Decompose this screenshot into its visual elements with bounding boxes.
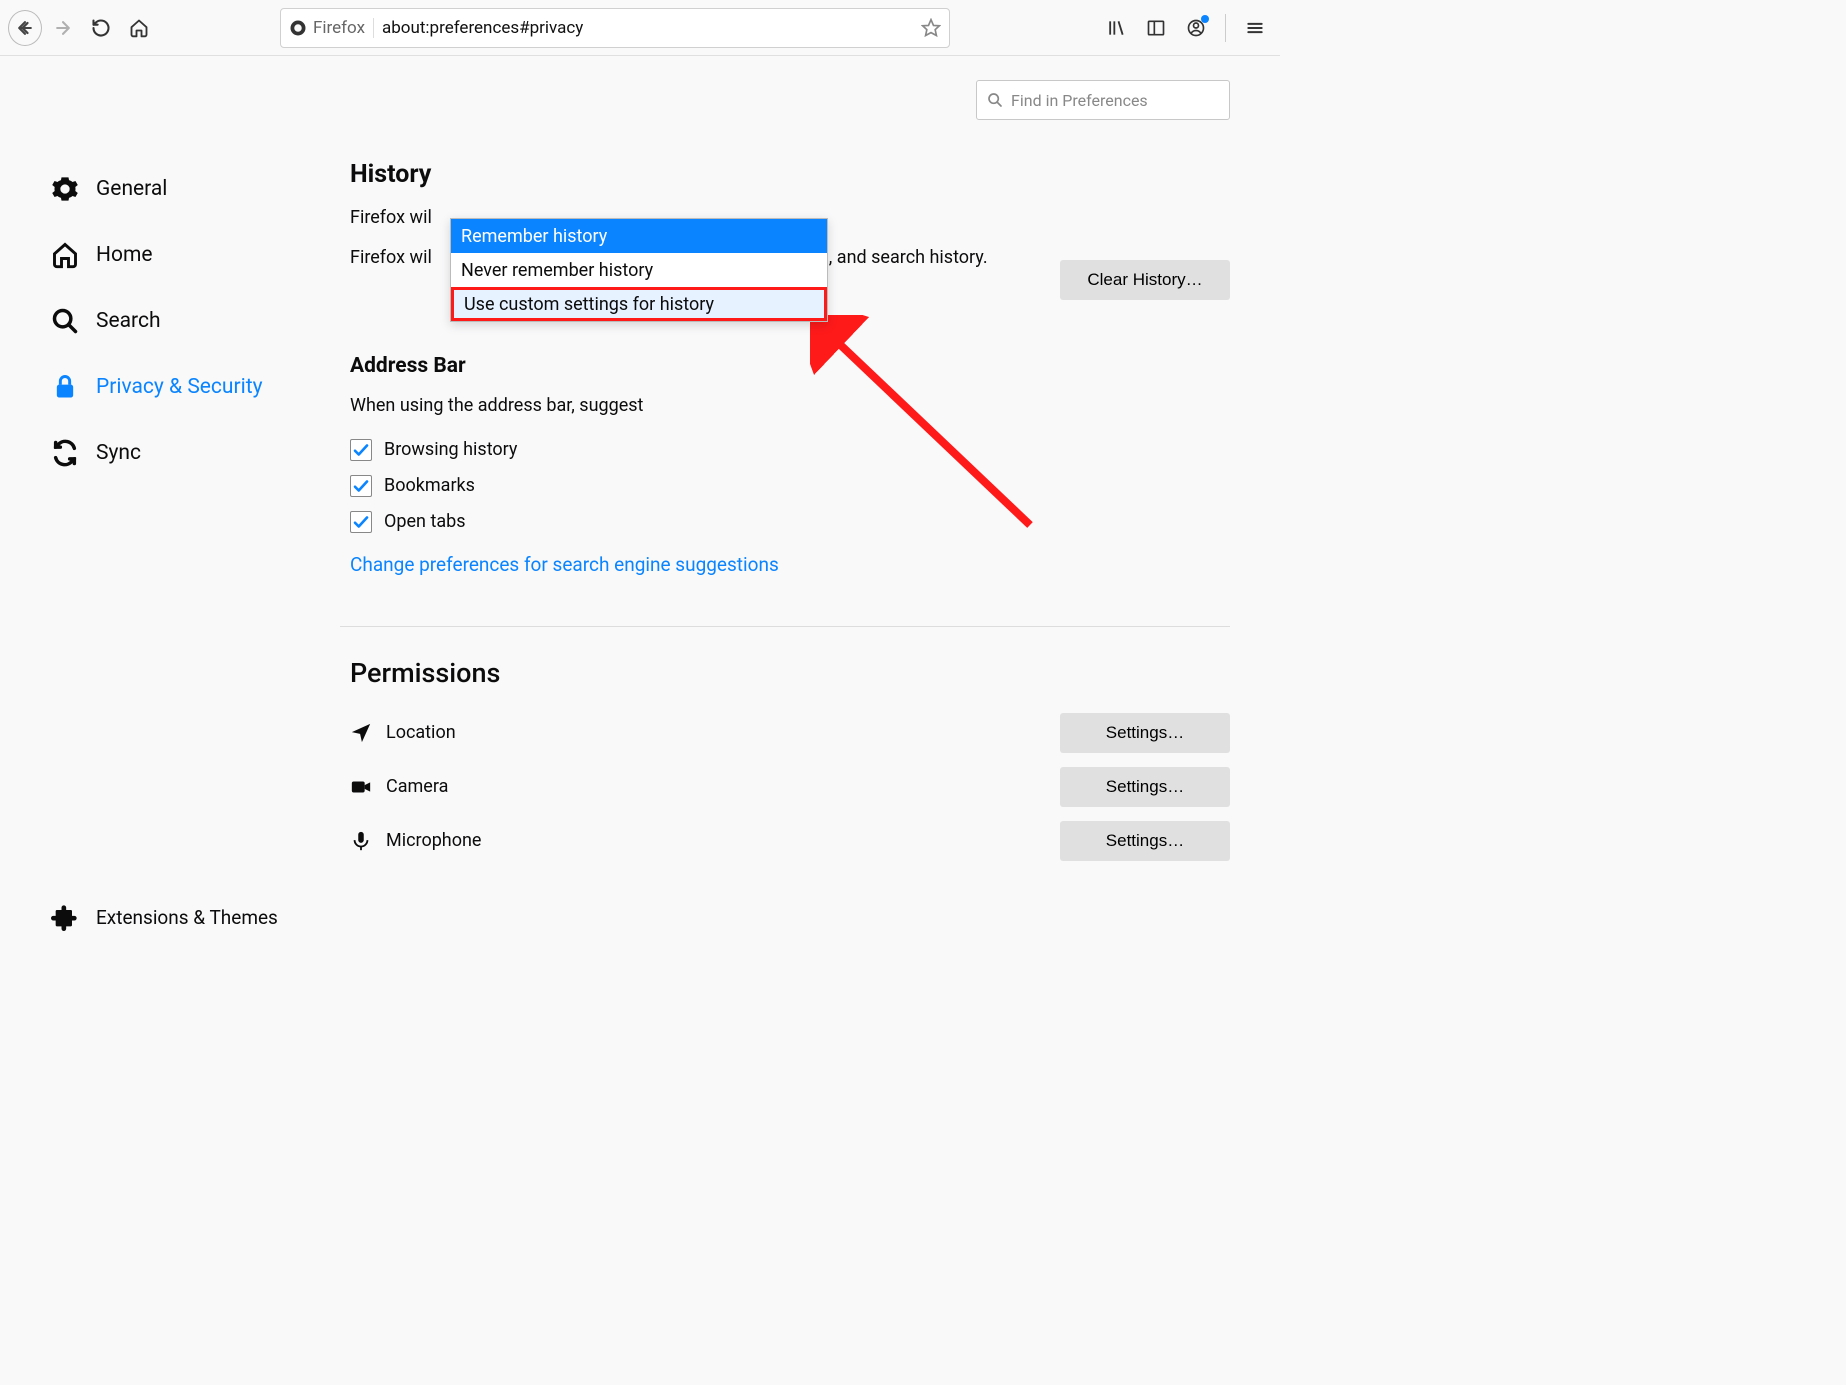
sidebar-item-search[interactable]: Search (50, 288, 340, 354)
library-icon (1106, 18, 1126, 38)
firefox-icon (289, 19, 307, 37)
camera-settings-button[interactable]: Settings… (1060, 767, 1230, 807)
sidebar-item-label: Home (96, 243, 153, 267)
check-icon (352, 477, 370, 495)
sidebar-item-label: Privacy & Security (96, 375, 263, 399)
sidebar-item-home[interactable]: Home (50, 222, 340, 288)
permissions-section: Permissions Location Settings… Camera Se… (350, 657, 1230, 861)
history-desc-suffix: rm, and search history. (807, 247, 988, 268)
search-input[interactable]: Find in Preferences (976, 80, 1230, 120)
addressbar-heading: Address Bar (350, 354, 1230, 378)
clear-history-button[interactable]: Clear History… (1060, 260, 1230, 300)
history-desc-prefix: Firefox wil (350, 247, 432, 268)
permission-row-location: Location Settings… (350, 713, 1230, 753)
checkbox-bookmarks[interactable]: Bookmarks (350, 475, 1230, 497)
toolbar-separator (1225, 14, 1226, 42)
check-icon (352, 513, 370, 531)
history-heading: History (350, 160, 1230, 189)
identity-box[interactable]: Firefox (289, 18, 374, 38)
sidebar-item-privacy[interactable]: Privacy & Security (50, 354, 340, 420)
url-bar[interactable]: Firefox about:preferences#privacy (280, 8, 950, 48)
notification-dot-icon (1201, 15, 1209, 23)
sidebar-item-sync[interactable]: Sync (50, 420, 340, 486)
home-icon (129, 18, 149, 38)
history-sentence-prefix: Firefox wil (350, 207, 432, 228)
back-button[interactable] (8, 11, 42, 45)
check-icon (352, 441, 370, 459)
checkbox-browsing-history[interactable]: Browsing history (350, 439, 1230, 461)
dropdown-option-remember[interactable]: Remember history (451, 219, 827, 253)
sync-icon (50, 438, 80, 468)
home-icon (50, 240, 80, 270)
preferences-sidebar: General Home Search Privacy & Security S… (0, 56, 340, 960)
location-icon (350, 722, 372, 744)
sidebar-item-label: Extensions & Themes (96, 906, 278, 929)
reload-icon (91, 18, 111, 38)
addressbar-section: Address Bar When using the address bar, … (350, 354, 1230, 575)
dropdown-option-never[interactable]: Never remember history (451, 253, 827, 287)
gear-icon (50, 174, 80, 204)
arrow-left-icon (15, 18, 35, 38)
camera-icon (350, 776, 372, 798)
history-section: History Firefox wil Firefox wil xxxxxxxx… (350, 160, 1230, 274)
lock-icon (50, 372, 80, 402)
section-divider (340, 626, 1230, 627)
sidebar-item-label: Search (96, 309, 161, 333)
sidebar-icon (1146, 18, 1166, 38)
search-icon (987, 92, 1003, 108)
permissions-heading: Permissions (350, 657, 1230, 689)
location-settings-button[interactable]: Settings… (1060, 713, 1230, 753)
reload-button[interactable] (84, 11, 118, 45)
forward-button (46, 11, 80, 45)
checkbox-open-tabs[interactable]: Open tabs (350, 511, 1230, 533)
addressbar-subtext: When using the address bar, suggest (350, 390, 1230, 422)
search-placeholder: Find in Preferences (1011, 91, 1148, 110)
search-icon (50, 306, 80, 336)
dropdown-option-custom[interactable]: Use custom settings for history (451, 287, 827, 321)
puzzle-icon (50, 902, 80, 932)
permission-row-microphone: Microphone Settings… (350, 821, 1230, 861)
sidebar-item-label: Sync (96, 441, 141, 465)
browser-toolbar: Firefox about:preferences#privacy (0, 0, 1280, 56)
home-button[interactable] (122, 11, 156, 45)
microphone-settings-button[interactable]: Settings… (1060, 821, 1230, 861)
sidebar-item-general[interactable]: General (50, 156, 340, 222)
star-icon[interactable] (921, 18, 941, 38)
menu-button[interactable] (1238, 11, 1272, 45)
history-mode-dropdown: Remember history Never remember history … (450, 218, 828, 322)
preferences-content: Find in Preferences History Firefox wil … (340, 56, 1280, 960)
url-text: about:preferences#privacy (382, 18, 583, 38)
identity-label: Firefox (313, 18, 365, 38)
permission-row-camera: Camera Settings… (350, 767, 1230, 807)
microphone-icon (350, 830, 372, 852)
account-button[interactable] (1179, 11, 1213, 45)
library-button[interactable] (1099, 11, 1133, 45)
sidebar-item-extensions[interactable]: Extensions & Themes (50, 884, 340, 950)
sidebars-button[interactable] (1139, 11, 1173, 45)
arrow-right-icon (53, 18, 73, 38)
search-suggestions-link[interactable]: Change preferences for search engine sug… (350, 553, 779, 576)
sidebar-item-label: General (96, 177, 167, 201)
hamburger-icon (1245, 18, 1265, 38)
